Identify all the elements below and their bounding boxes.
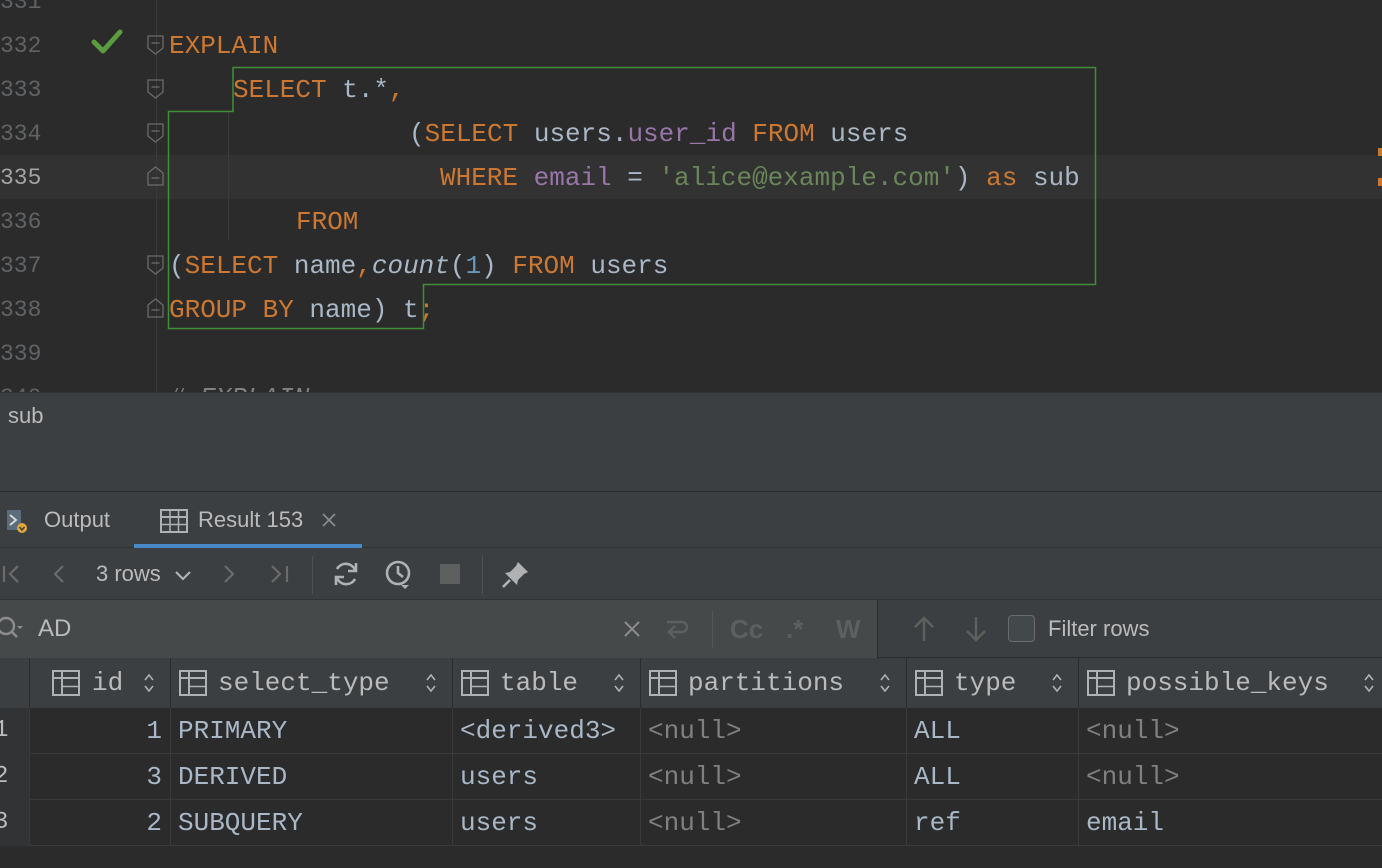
cell-table[interactable]: users [453,800,641,846]
sort-icon[interactable] [614,673,624,693]
tab-label: Result 153 [198,507,304,532]
cell-table[interactable]: <derived3> [453,708,641,754]
column-header-table[interactable]: table [453,658,641,708]
regex-toggle[interactable]: .* [786,600,803,658]
cell-partitions[interactable]: <null> [641,708,907,754]
rows-count-label: 3 rows [96,561,161,586]
search-input[interactable]: AD [38,600,71,658]
tab-output[interactable]: Output [0,492,134,548]
row-number[interactable]: 1 [0,708,30,754]
column-header-id[interactable]: id [30,658,171,708]
row-number[interactable]: 2 [0,754,30,800]
last-page-icon[interactable] [262,558,294,590]
cell-possible-keys[interactable]: <null> [1079,708,1382,754]
refresh-icon[interactable] [330,558,362,590]
column-icon [461,670,489,696]
match-case-toggle[interactable]: Cc [730,600,763,658]
console-icon [7,510,27,533]
column-header-select-type[interactable]: select_type [171,658,453,708]
cell-possible-keys[interactable]: email [1079,800,1382,846]
cell-table[interactable]: users [453,754,641,800]
next-page-icon[interactable] [212,558,244,590]
close-icon[interactable] [321,512,337,528]
cell-id[interactable]: 2 [30,800,171,846]
sort-icon[interactable] [1364,673,1374,693]
table-row[interactable]: 1 1 PRIMARY <derived3> <null> ALL <null> [0,708,1382,754]
search-icon[interactable] [0,614,26,644]
column-icon [52,670,80,696]
column-header-type[interactable]: type [907,658,1079,708]
row-number[interactable]: 3 [0,800,30,846]
result-grid: id select_type table partitions type pos… [0,658,1382,868]
tab-label: Output [44,507,111,532]
search-filter-bar: AD Cc .* W Filter rows [0,600,1382,658]
column-header-label: type [954,668,1017,698]
rows-selector[interactable]: 3 rows [96,548,161,600]
tab-result[interactable]: Result 153 [134,492,362,548]
cell-type[interactable]: ref [907,800,1079,846]
filter-rows-checkbox[interactable] [1008,615,1035,642]
arrow-up-icon[interactable] [910,613,938,645]
toolbar-separator [712,610,713,648]
search-field[interactable]: AD Cc .* W [0,600,878,658]
column-header-label: select_type [218,668,390,698]
sql-editor[interactable]: 331 332 333 334 335 336 337 338 339 340 … [0,0,1382,392]
arrow-down-icon[interactable] [962,613,990,645]
table-row[interactable]: 2 3 DERIVED users <null> ALL <null> [0,754,1382,800]
breadcrumb-item[interactable]: sub [8,393,43,439]
row-number-header[interactable] [0,658,30,708]
filter-rows-label[interactable]: Filter rows [1048,600,1149,658]
first-page-icon[interactable] [0,558,32,590]
sort-icon[interactable] [426,673,436,693]
cell-id[interactable]: 1 [30,708,171,754]
previous-page-icon[interactable] [44,558,76,590]
column-icon [179,670,207,696]
clear-search-icon[interactable] [620,617,644,641]
results-toolbar: 3 rows [0,548,1382,600]
toolbar-separator [312,556,313,594]
pin-icon[interactable] [500,558,532,590]
newline-icon[interactable] [662,615,692,643]
cell-select-type[interactable]: DERIVED [171,754,453,800]
column-icon [915,670,943,696]
cell-possible-keys[interactable]: <null> [1079,754,1382,800]
whole-words-toggle[interactable]: W [836,600,861,658]
table-row[interactable]: 3 2 SUBQUERY users <null> ref email [0,800,1382,846]
statement-outline [167,66,1097,330]
cell-partitions[interactable]: <null> [641,800,907,846]
column-icon [1087,670,1115,696]
cell-select-type[interactable]: SUBQUERY [171,800,453,846]
history-icon[interactable] [382,558,414,590]
grid-header: id select_type table partitions type pos… [0,658,1382,708]
panel-splitter[interactable] [0,438,1382,492]
breadcrumb[interactable]: sub [0,392,1382,438]
column-icon [649,670,677,696]
results-tab-bar: Output Result 153 [0,492,1382,548]
column-header-possible-keys[interactable]: possible_keys [1079,658,1382,708]
column-header-label: id [92,668,124,698]
column-header-partitions[interactable]: partitions [641,658,907,708]
sort-icon[interactable] [880,673,890,693]
cell-select-type[interactable]: PRIMARY [171,708,453,754]
column-header-label: possible_keys [1126,668,1329,698]
toolbar-separator [482,556,483,594]
column-header-label: table [500,668,579,698]
cell-type[interactable]: ALL [907,754,1079,800]
cell-id[interactable]: 3 [30,754,171,800]
error-stripe-marker[interactable] [1377,148,1382,188]
cell-type[interactable]: ALL [907,708,1079,754]
sort-icon[interactable] [144,673,154,693]
sort-icon[interactable] [1052,673,1062,693]
cell-partitions[interactable]: <null> [641,754,907,800]
chevron-down-icon[interactable] [170,562,196,588]
column-header-label: partitions [688,668,845,698]
table-icon [160,509,188,533]
stop-icon[interactable] [434,558,466,590]
